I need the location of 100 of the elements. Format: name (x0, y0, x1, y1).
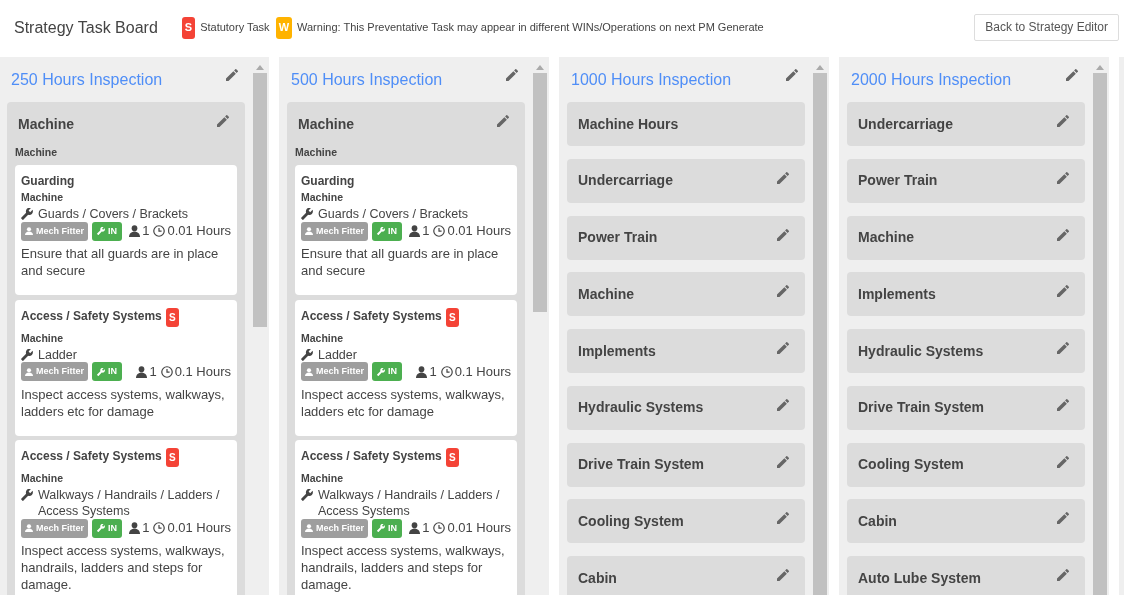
group-title: Undercarriage (858, 114, 953, 134)
person-icon (129, 225, 141, 237)
page-title: Strategy Task Board (14, 17, 158, 38)
back-button[interactable]: Back to Strategy Editor (974, 14, 1119, 41)
pencil-icon[interactable] (506, 68, 518, 81)
wrench-icon (97, 524, 105, 532)
pencil-icon[interactable] (777, 455, 789, 468)
task-duration: 0.01 Hours (167, 519, 231, 537)
person-icon (305, 524, 313, 532)
person-icon (25, 227, 33, 235)
pencil-icon[interactable] (777, 342, 789, 354)
pencil-icon[interactable] (1057, 115, 1069, 127)
pencil-icon[interactable] (777, 285, 789, 298)
task-card[interactable]: Access / Safety Systems S Machine Walkways / Handrails / Ladders / Access Systems Mech Fitter IN 1 0.01 Hours Inspect access systems, walkways, handrails, ladders and steps for damage. (295, 440, 517, 595)
task-duration: 0.1 Hours (454, 362, 511, 381)
clock-icon (433, 522, 446, 534)
group-title: Machine (578, 284, 634, 304)
group-title: Implements (858, 284, 936, 304)
task-card[interactable]: Access / Safety Systems S Machine Ladder Mech Fitter IN 1 0.1 Hours Inspect access systems, walkways, ladders etc for damage (295, 299, 517, 436)
statutory-badge: S (445, 448, 459, 467)
trade-label: Mech Fitter (316, 224, 364, 238)
task-description: Inspect access systems, walkways, ladders etc for damage (301, 385, 506, 420)
task-card[interactable]: Access / Safety Systems S Machine Ladder Mech Fitter IN 1 0.1 Hours Inspect access systems, walkways, ladders etc for damage (15, 299, 237, 436)
pencil-icon[interactable] (1057, 171, 1069, 184)
wrench-icon (97, 367, 105, 376)
task-card[interactable]: Guarding Machine Guards / Covers / Brackets Mech Fitter IN 1 0.01 Hours Ensure that all guards are in place and secure (295, 165, 517, 295)
people-count: 1 (149, 362, 157, 381)
warning-badge: W (275, 16, 292, 39)
task-card[interactable]: Access / Safety Systems S Machine Walkways / Handrails / Ladders / Access Systems Mech Fitter IN 1 0.01 Hours Inspect access systems, walkways, handrails, ladders and steps for damage. (15, 440, 237, 595)
pencil-icon[interactable] (1057, 569, 1069, 581)
group-title: Hydraulic Systems (858, 341, 984, 361)
pencil-icon[interactable] (786, 68, 798, 81)
task-type-label: IN (388, 224, 397, 238)
group-title: Undercarriage (578, 171, 673, 191)
wrench-icon (301, 348, 313, 361)
scrollbar-thumb[interactable] (813, 73, 827, 595)
group-subtitle: Machine (295, 145, 337, 159)
task-duration: 0.1 Hours (174, 362, 231, 381)
wrench-icon (21, 348, 33, 361)
task-card[interactable]: Guarding Machine Guards / Covers / Brackets Mech Fitter IN 1 0.01 Hours Ensure that all guards are in place and secure (15, 165, 237, 295)
legend-label: Statutory Task (200, 20, 270, 36)
task-description: Ensure that all guards are in place and secure (21, 245, 220, 279)
pencil-icon[interactable] (497, 115, 509, 127)
task-component: Machine (301, 471, 343, 486)
wrench-icon (97, 227, 105, 235)
pencil-icon[interactable] (1057, 228, 1069, 241)
people-count: 1 (142, 222, 150, 240)
group-title: Machine (298, 114, 354, 134)
pencil-icon[interactable] (226, 68, 238, 81)
task-description: Inspect access systems, walkways, handrails, ladders and steps for damage. (301, 542, 506, 593)
task-location: Ladder (38, 346, 77, 363)
task-location: Walkways / Handrails / Ladders / Access Systems (38, 487, 221, 519)
task-type-label: IN (108, 224, 117, 238)
column-title: 250 Hours Inspection (11, 69, 163, 90)
scrollbar-thumb[interactable] (253, 73, 267, 327)
person-icon (25, 524, 33, 532)
task-component: Machine (21, 330, 63, 346)
wrench-icon (21, 208, 33, 220)
scrollbar-thumb[interactable] (533, 73, 547, 312)
people-count: 1 (142, 519, 150, 537)
trade-label: Mech Fitter (316, 365, 364, 378)
group-title: Hydraulic Systems (578, 398, 704, 418)
pencil-icon[interactable] (777, 228, 789, 241)
pencil-icon[interactable] (1066, 68, 1078, 81)
statutory-badge: S (165, 307, 179, 327)
group-title: Machine Hours (578, 114, 679, 134)
pencil-icon[interactable] (777, 398, 789, 411)
task-duration: 0.01 Hours (447, 222, 511, 240)
group-title: Drive Train System (578, 455, 705, 474)
wrench-icon (377, 367, 385, 376)
wrench-icon (301, 208, 313, 220)
pencil-icon[interactable] (1057, 342, 1069, 354)
task-type-label: IN (388, 521, 397, 535)
column-title: 500 Hours Inspection (291, 69, 443, 90)
task-location: Ladder (318, 346, 357, 363)
pencil-icon[interactable] (1057, 512, 1069, 525)
person-icon (305, 367, 313, 376)
scrollbar-thumb[interactable] (1093, 73, 1107, 595)
pencil-icon[interactable] (1057, 455, 1069, 468)
column-title: 2000 Hours Inspection (851, 69, 1012, 90)
pencil-icon[interactable] (777, 512, 789, 525)
pencil-icon[interactable] (777, 171, 789, 184)
group-title: Drive Train System (858, 398, 985, 418)
trade-label: Mech Fitter (36, 521, 84, 535)
trade-label: Mech Fitter (316, 521, 364, 535)
group-subtitle: Machine (15, 145, 57, 159)
task-title: Guarding (21, 173, 75, 189)
group-title: Power Train (578, 228, 658, 247)
task-description: Ensure that all guards are in place and secure (301, 245, 500, 279)
pencil-icon[interactable] (1057, 285, 1069, 298)
task-title: Guarding (301, 173, 355, 189)
person-icon (136, 365, 148, 378)
trade-label: Mech Fitter (36, 365, 84, 378)
pencil-icon[interactable] (777, 569, 789, 581)
pencil-icon[interactable] (217, 115, 229, 127)
clock-icon (153, 522, 166, 534)
trade-label: Mech Fitter (36, 224, 84, 238)
person-icon (409, 522, 421, 534)
pencil-icon[interactable] (1057, 398, 1069, 411)
group-title: Implements (578, 341, 656, 361)
